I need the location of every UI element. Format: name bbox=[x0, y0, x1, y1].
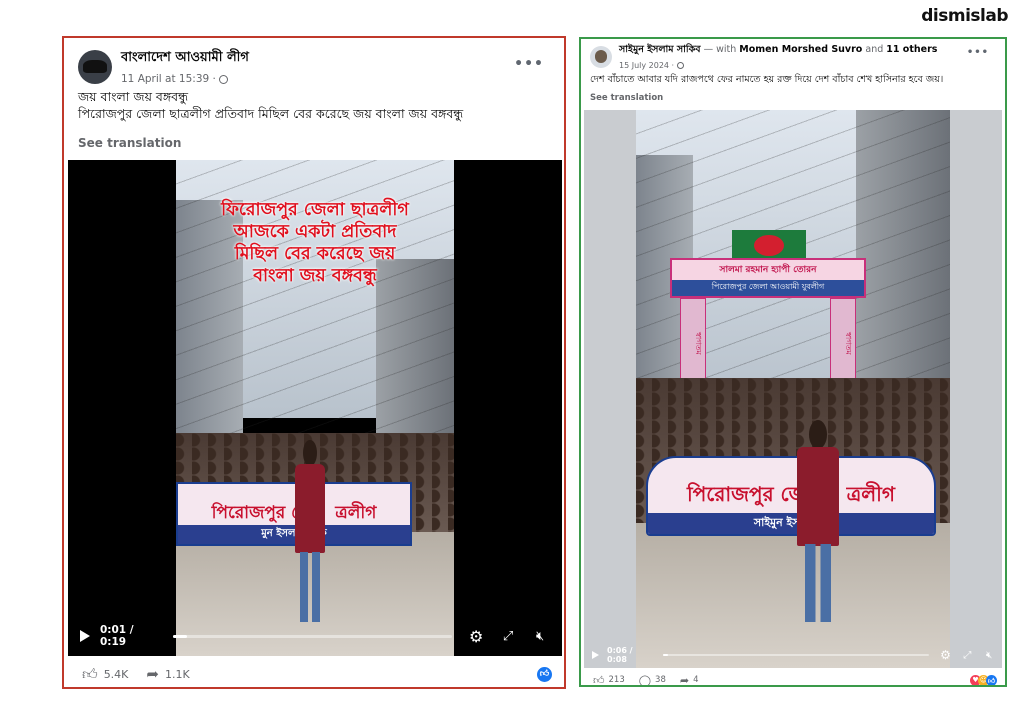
share-button[interactable]: ➦ 1.1K bbox=[146, 665, 189, 683]
post-text-line-2: পিরোজপুর জেলা ছাত্রলীগ প্রতিবাদ মিছিল বে… bbox=[78, 105, 464, 121]
post-text: দেশ বাঁচাতে আবার যদি রাজপথে ফের নামতে হয… bbox=[590, 74, 944, 85]
play-icon[interactable] bbox=[592, 651, 599, 659]
globe-icon bbox=[677, 62, 685, 69]
post-footer: 👍︎ 213 ◯ 38 ➦ 4 ♥ ☺ 👍︎ bbox=[593, 673, 997, 687]
overlay-line: বাংলা জয় বঙ্গবন্ধু bbox=[253, 265, 377, 286]
video-time: 0:01 / 0:19 bbox=[100, 624, 134, 648]
globe-icon bbox=[218, 74, 228, 84]
video-progress-bar[interactable] bbox=[173, 634, 453, 638]
like-count: 5.4K bbox=[103, 667, 129, 681]
arch-pillar-left: স্বাগতম bbox=[680, 298, 706, 388]
share-icon: ➦ bbox=[679, 673, 690, 687]
more-options-icon[interactable]: ••• bbox=[514, 56, 544, 72]
video-frame: পিরোজপুর জেত্রলীগ মুন ইসলাম সাকি ফিরোজপু… bbox=[176, 160, 454, 656]
dancer-figure bbox=[788, 420, 848, 626]
play-icon[interactable] bbox=[80, 630, 90, 642]
video-player[interactable]: পিরোজপুর জেত্রলীগ মুন ইসলাম সাকি ফিরোজপু… bbox=[68, 160, 562, 656]
settings-gear-icon[interactable]: ⚙ bbox=[466, 627, 486, 646]
settings-gear-icon[interactable]: ⚙ bbox=[939, 648, 953, 662]
mute-icon[interactable]: 🔇︎ bbox=[982, 650, 996, 661]
tagged-others[interactable]: 11 others bbox=[886, 44, 937, 55]
overlay-line: ফিরোজপুর জেলা ছাত্রলীগ bbox=[221, 200, 409, 220]
arch-pillar-right: স্বাগতম bbox=[830, 298, 856, 388]
see-translation-link[interactable]: See translation bbox=[590, 93, 663, 103]
video-player[interactable]: সালমা রহমান হ্যাপী তোরন পিরোজপুর জেলা আও… bbox=[584, 110, 1002, 668]
like-reaction-icon[interactable]: 👍︎ bbox=[986, 674, 997, 685]
share-count: 4 bbox=[693, 675, 699, 685]
fullscreen-icon[interactable]: ⤢ bbox=[960, 650, 974, 661]
comment-icon: ◯ bbox=[638, 673, 652, 687]
more-options-icon[interactable]: ••• bbox=[967, 47, 989, 58]
banner-suffix: ত্রলীগ bbox=[335, 503, 377, 523]
like-icon: 👍︎ bbox=[593, 673, 605, 687]
share-count: 1.1K bbox=[164, 667, 190, 681]
like-count: 213 bbox=[608, 675, 625, 685]
left-facebook-post: বাংলাদেশ আওয়ামী লীগ 11 April at 15:39 ·… bbox=[62, 36, 566, 689]
post-timestamp[interactable]: 11 April at 15:39 · bbox=[121, 73, 216, 85]
post-header: বাংলাদেশ আওয়ামী লীগ 11 April at 15:39 · bbox=[78, 48, 249, 85]
avatar[interactable] bbox=[590, 45, 612, 68]
author-name[interactable]: বাংলাদেশ আওয়ামী লীগ bbox=[121, 48, 249, 69]
video-frame: সালমা রহমান হ্যাপী তোরন পিরোজপুর জেলা আও… bbox=[636, 110, 950, 668]
flag-decoration bbox=[732, 230, 806, 260]
dancer-figure bbox=[288, 440, 332, 626]
and-text: and bbox=[865, 44, 884, 55]
like-button[interactable]: 👍︎ 5.4K bbox=[82, 665, 128, 684]
welcome-arch: সালমা রহমান হ্যাপী তোরন পিরোজপুর জেলা আও… bbox=[670, 258, 866, 298]
video-progress-bar[interactable] bbox=[662, 654, 929, 656]
video-time: 0:06 / 0:08 bbox=[607, 646, 633, 664]
avatar[interactable] bbox=[78, 49, 112, 84]
post-footer: 👍︎ 5.4K ➦ 1.1K 👍︎ bbox=[82, 665, 552, 683]
brand-logo: dismislab bbox=[921, 6, 1008, 26]
like-icon: 👍︎ bbox=[82, 664, 98, 683]
share-button[interactable]: ➦ 4 bbox=[679, 673, 699, 687]
banner-suffix: ত্রলীগ bbox=[846, 481, 895, 506]
comment-count: 38 bbox=[655, 675, 666, 685]
fullscreen-icon[interactable]: ⤢ bbox=[498, 629, 518, 644]
video-controls: 0:06 / 0:08 ⚙ ⤢ 🔇︎ bbox=[592, 646, 996, 664]
post-header: সাইমুন ইসলাম সাকিব — with Momen Morshed … bbox=[590, 43, 937, 70]
mute-icon[interactable]: 🔇︎ bbox=[530, 629, 550, 644]
overlay-line: আজকে একটা প্রতিবাদ bbox=[233, 221, 397, 242]
like-reaction-icon[interactable]: 👍︎ bbox=[537, 666, 552, 682]
with-text: — with bbox=[703, 44, 737, 55]
comment-button[interactable]: ◯ 38 bbox=[638, 673, 666, 687]
post-timestamp[interactable]: 15 July 2024 · bbox=[619, 61, 674, 70]
arch-title: সালমা রহমান হ্যাপী তোরন bbox=[672, 260, 864, 280]
share-icon: ➦ bbox=[146, 665, 159, 683]
post-text-line-1: জয় বাংলা জয় বঙ্গবন্ধু bbox=[78, 89, 189, 104]
video-controls: 0:01 / 0:19 ⚙ ⤢ 🔇︎ bbox=[80, 624, 550, 648]
arch-subtitle: পিরোজপুর জেলা আওয়ামী যুবলীগ bbox=[672, 279, 864, 296]
see-translation-link[interactable]: See translation bbox=[78, 136, 181, 150]
author-name[interactable]: সাইমুন ইসলাম সাকিব bbox=[619, 44, 701, 55]
right-facebook-post: সাইমুন ইসলাম সাকিব — with Momen Morshed … bbox=[579, 37, 1007, 687]
tagged-person[interactable]: Momen Morshed Suvro bbox=[739, 44, 862, 55]
overlay-line: মিছিল বের করেছে জয় bbox=[234, 243, 396, 264]
video-caption-overlay: ফিরোজপুর জেলা ছাত্রলীগ আজকে একটা প্রতিবা… bbox=[176, 200, 454, 288]
like-button[interactable]: 👍︎ 213 bbox=[593, 673, 625, 687]
